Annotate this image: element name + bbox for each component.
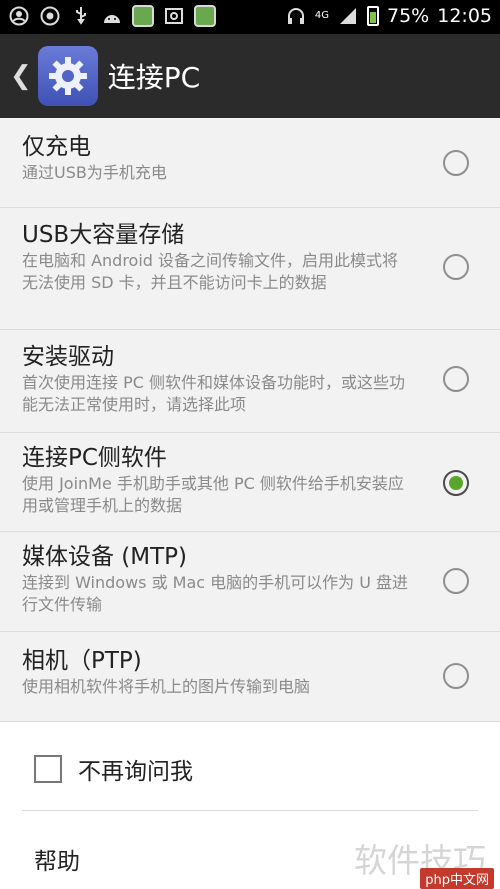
option-mass-storage[interactable]: USB大容量存储 在电脑和 Android 设备之间传输文件，启用此模式将无法使… xyxy=(0,208,500,330)
network-type: 4G xyxy=(314,10,329,21)
battery-icon xyxy=(367,6,379,26)
help-button[interactable]: 帮助 xyxy=(34,842,80,876)
option-desc: 在电脑和 Android 设备之间传输文件，启用此模式将无法使用 SD 卡，并且… xyxy=(22,251,399,292)
option-title: 相机（PTP) xyxy=(22,648,142,674)
option-title: 媒体设备 (MTP) xyxy=(22,544,188,570)
status-bar: 4G 75% 12:05 xyxy=(0,0,500,34)
radio-button[interactable] xyxy=(443,150,469,176)
option-desc: 首次使用连接 PC 侧软件和媒体设备功能时，或这些功能无法正常使用时，请选择此项 xyxy=(22,373,405,414)
settings-gear-icon[interactable] xyxy=(37,46,98,106)
option-install-driver[interactable]: 安装驱动 首次使用连接 PC 侧软件和媒体设备功能时，或这些功能无法正常使用时，… xyxy=(0,330,500,433)
usb-mode-list: 仅充电 通过USB为手机充电 USB大容量存储 在电脑和 Android 设备之… xyxy=(0,118,500,722)
app-icon xyxy=(132,5,154,27)
radio-button[interactable] xyxy=(443,254,469,280)
radio-button[interactable] xyxy=(443,568,469,594)
usb-icon xyxy=(70,5,92,27)
dont-ask-checkbox[interactable] xyxy=(34,755,62,783)
app-icon xyxy=(194,5,216,27)
option-desc: 连接到 Windows 或 Mac 电脑的手机可以作为 U 盘进行文件传输 xyxy=(22,573,409,614)
option-media-device[interactable]: 媒体设备 (MTP) 连接到 Windows 或 Mac 电脑的手机可以作为 U… xyxy=(0,532,500,632)
option-title: 连接PC侧软件 xyxy=(22,445,167,471)
settings-circle-icon xyxy=(39,5,61,27)
option-desc: 使用相机软件将手机上的图片传输到电脑 xyxy=(22,677,311,696)
clock: 12:05 xyxy=(437,5,492,27)
option-pc-software[interactable]: 连接PC侧软件 使用 JoinMe 手机助手或其他 PC 侧软件给手机安装应用或… xyxy=(0,433,500,532)
headset-icon xyxy=(285,5,307,27)
bottom-panel: 不再询问我 帮助 软件技巧 php中文网 xyxy=(0,722,500,889)
signal-icon xyxy=(337,5,359,27)
option-charge-only[interactable]: 仅充电 通过USB为手机充电 xyxy=(0,118,500,208)
divider xyxy=(22,810,478,811)
battery-percent: 75% xyxy=(387,5,430,27)
back-chevron-icon[interactable]: ❮ xyxy=(10,61,32,91)
option-title: 安装驱动 xyxy=(22,344,114,370)
dont-ask-row[interactable]: 不再询问我 xyxy=(34,752,193,786)
image-icon xyxy=(163,5,185,27)
option-desc: 使用 JoinMe 手机助手或其他 PC 侧软件给手机安装应用或管理手机上的数据 xyxy=(22,474,404,515)
option-title: 仅充电 xyxy=(22,134,91,160)
option-title: USB大容量存储 xyxy=(22,222,185,248)
android-icon xyxy=(101,5,123,27)
option-desc: 通过USB为手机充电 xyxy=(22,163,167,182)
radio-button[interactable] xyxy=(443,663,469,689)
account-circle-icon xyxy=(8,5,30,27)
watermark-badge: php中文网 xyxy=(420,868,494,889)
page-title: 连接PC xyxy=(107,61,201,94)
radio-button-selected[interactable] xyxy=(443,470,469,496)
option-camera-ptp[interactable]: 相机（PTP) 使用相机软件将手机上的图片传输到电脑 xyxy=(0,632,500,722)
radio-button[interactable] xyxy=(443,366,469,392)
dont-ask-label: 不再询问我 xyxy=(78,759,193,785)
action-bar: ❮ 连接PC xyxy=(0,34,500,118)
